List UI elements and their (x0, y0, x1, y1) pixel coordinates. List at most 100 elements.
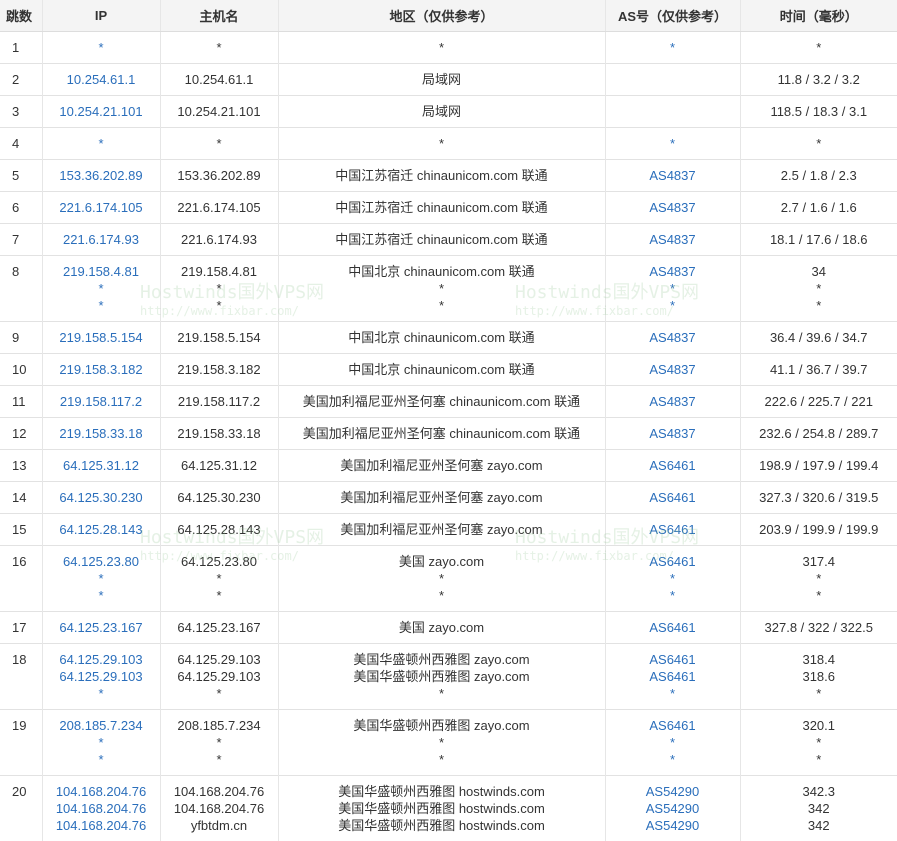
hostname-text: 221.6.174.93 (181, 232, 257, 247)
as-number-link[interactable]: AS6461 (608, 717, 738, 734)
hop-number: 7 (0, 223, 42, 256)
ip-address-link[interactable]: 64.125.23.167 (45, 619, 158, 636)
as-number-link[interactable]: AS54290 (608, 783, 738, 800)
region-text: 美国加利福尼亚州圣何塞 zayo.com (340, 490, 543, 505)
hostname-cell: 10.254.61.1 (159, 63, 278, 96)
region-text: 中国北京 chinaunicom.com 联通 (348, 330, 535, 345)
hostname-text: 219.158.117.2 (177, 394, 261, 409)
as-number-link[interactable]: AS6461 (608, 457, 738, 474)
hostname-text: 64.125.31.12 (181, 458, 257, 473)
ip-address-link[interactable]: 219.158.33.18 (45, 425, 158, 442)
as-number-link[interactable]: AS54290 (608, 817, 738, 834)
region-cell: 美国 zayo.com * * (277, 545, 605, 612)
as-number-link[interactable]: AS4837 (608, 425, 738, 442)
ip-address-link[interactable]: 104.168.204.76 (45, 800, 158, 817)
hostname-cell: 10.254.21.101 (159, 95, 278, 128)
hostname-cell: 64.125.23.80 * * (159, 545, 278, 612)
ip-cell: 221.6.174.93 (41, 223, 160, 256)
as-number-cell: AS4837 (604, 191, 740, 224)
table-row: 2 10.254.61.1 10.254.61.1 局域网 11.8 / 3.2 / … (0, 63, 897, 96)
ip-cell: 153.36.202.89 (41, 159, 160, 192)
as-number-link[interactable]: AS6461 (608, 619, 738, 636)
time-value: * (816, 735, 822, 750)
as-number-cell: * (604, 31, 740, 64)
region-text: * (438, 298, 445, 313)
ip-address-link[interactable]: 64.125.30.230 (45, 489, 158, 506)
as-number-link[interactable]: AS4837 (608, 361, 738, 378)
ip-address-link[interactable]: 221.6.174.93 (45, 231, 158, 248)
region-text: 美国华盛顿州西雅图 hostwinds.com (338, 801, 545, 816)
table-row: 4 * * * * * (0, 127, 897, 160)
ip-address-link[interactable]: 64.125.28.143 (45, 521, 158, 538)
header-hop: 跳数 (0, 0, 42, 32)
ip-address-link[interactable]: 64.125.31.12 (45, 457, 158, 474)
table-row: 10 219.158.3.182 219.158.3.182 中国北京 chinaun… (0, 353, 897, 386)
ip-address-link[interactable]: 219.158.117.2 (45, 393, 158, 410)
time-value: * (816, 588, 822, 603)
time-value: 118.5 / 18.3 / 3.1 (770, 104, 868, 119)
hostname-text: 219.158.4.81 (181, 264, 257, 279)
ip-address-link[interactable]: 219.158.4.81 (45, 263, 158, 280)
as-number-link[interactable]: AS4837 (608, 231, 738, 248)
ip-address-link[interactable]: 219.158.5.154 (45, 329, 158, 346)
as-number-link[interactable]: AS6461 (608, 489, 738, 506)
as-number-link (608, 103, 738, 120)
table-row: 19 208.185.7.234 * * 208.185.7.234 * * 美国华盛顿州西雅… (0, 709, 897, 776)
hostname-text: 64.125.30.230 (177, 490, 261, 505)
ip-address-link[interactable]: 64.125.29.103 (45, 668, 158, 685)
region-text: 美国华盛顿州西雅图 zayo.com (353, 669, 530, 684)
as-number-link[interactable]: AS6461 (608, 521, 738, 538)
as-number-link[interactable]: AS6461 (608, 651, 738, 668)
ip-address-link[interactable]: 219.158.3.182 (45, 361, 158, 378)
hostname-cell: 219.158.3.182 (159, 353, 278, 386)
ip-address-link[interactable]: 10.254.61.1 (45, 71, 158, 88)
ip-address-link[interactable]: 10.254.21.101 (45, 103, 158, 120)
hostname-text: 104.168.204.76 (173, 801, 265, 816)
time-value: 320.1 (802, 718, 836, 733)
as-number-link[interactable]: AS4837 (608, 167, 738, 184)
as-number-link[interactable]: AS4837 (608, 329, 738, 346)
as-number-link[interactable]: AS4837 (608, 393, 738, 410)
as-number-link[interactable]: AS6461 (608, 553, 738, 570)
ip-address-link[interactable]: 208.185.7.234 (45, 717, 158, 734)
ip-address-link[interactable]: 64.125.23.80 (45, 553, 158, 570)
time-value: * (816, 136, 822, 151)
as-number-link: * (669, 298, 676, 313)
region-text: * (438, 752, 445, 767)
as-number-link[interactable]: AS4837 (608, 199, 738, 216)
region-text: * (438, 735, 445, 750)
time-value: 2.7 / 1.6 / 1.6 (780, 200, 857, 215)
ip-address-link[interactable]: 104.168.204.76 (45, 817, 158, 834)
hop-number: 11 (0, 385, 42, 418)
ip-address-link[interactable]: 153.36.202.89 (45, 167, 158, 184)
time-value: * (816, 281, 822, 296)
hop-number: 14 (0, 481, 42, 514)
as-number-cell: AS4837 (604, 223, 740, 256)
time-value: 342 (807, 818, 830, 833)
as-number-link[interactable]: AS4837 (608, 263, 738, 280)
ip-address-link: * (98, 686, 104, 701)
hostname-text: * (216, 136, 222, 151)
time-value: 317.4 (802, 554, 836, 569)
hostname-cell: 64.125.29.103 64.125.29.103 * (159, 643, 278, 710)
header-hostname: 主机名 (159, 0, 278, 32)
ip-cell: 219.158.33.18 (41, 417, 160, 450)
as-number-link[interactable]: AS6461 (608, 668, 738, 685)
ip-address-link[interactable]: 104.168.204.76 (45, 783, 158, 800)
hostname-text: 64.125.23.167 (177, 620, 261, 635)
ip-address-link: * (98, 588, 104, 603)
time-value: 342.3 (802, 784, 836, 799)
as-number-link[interactable]: AS54290 (608, 800, 738, 817)
time-value: 342 (807, 801, 830, 816)
ip-address-link[interactable]: 64.125.29.103 (45, 651, 158, 668)
region-cell: 局域网 (277, 63, 605, 96)
as-number-cell (604, 95, 740, 128)
hostname-text: 153.36.202.89 (177, 168, 261, 183)
region-text: 美国加利福尼亚州圣何塞 chinaunicom.com 联通 (302, 426, 581, 441)
time-cell: 2.5 / 1.8 / 2.3 (739, 159, 897, 192)
time-value: * (816, 571, 822, 586)
hostname-cell: 64.125.30.230 (159, 481, 278, 514)
ip-address-link[interactable]: 221.6.174.105 (45, 199, 158, 216)
hop-number: 6 (0, 191, 42, 224)
hop-number: 5 (0, 159, 42, 192)
